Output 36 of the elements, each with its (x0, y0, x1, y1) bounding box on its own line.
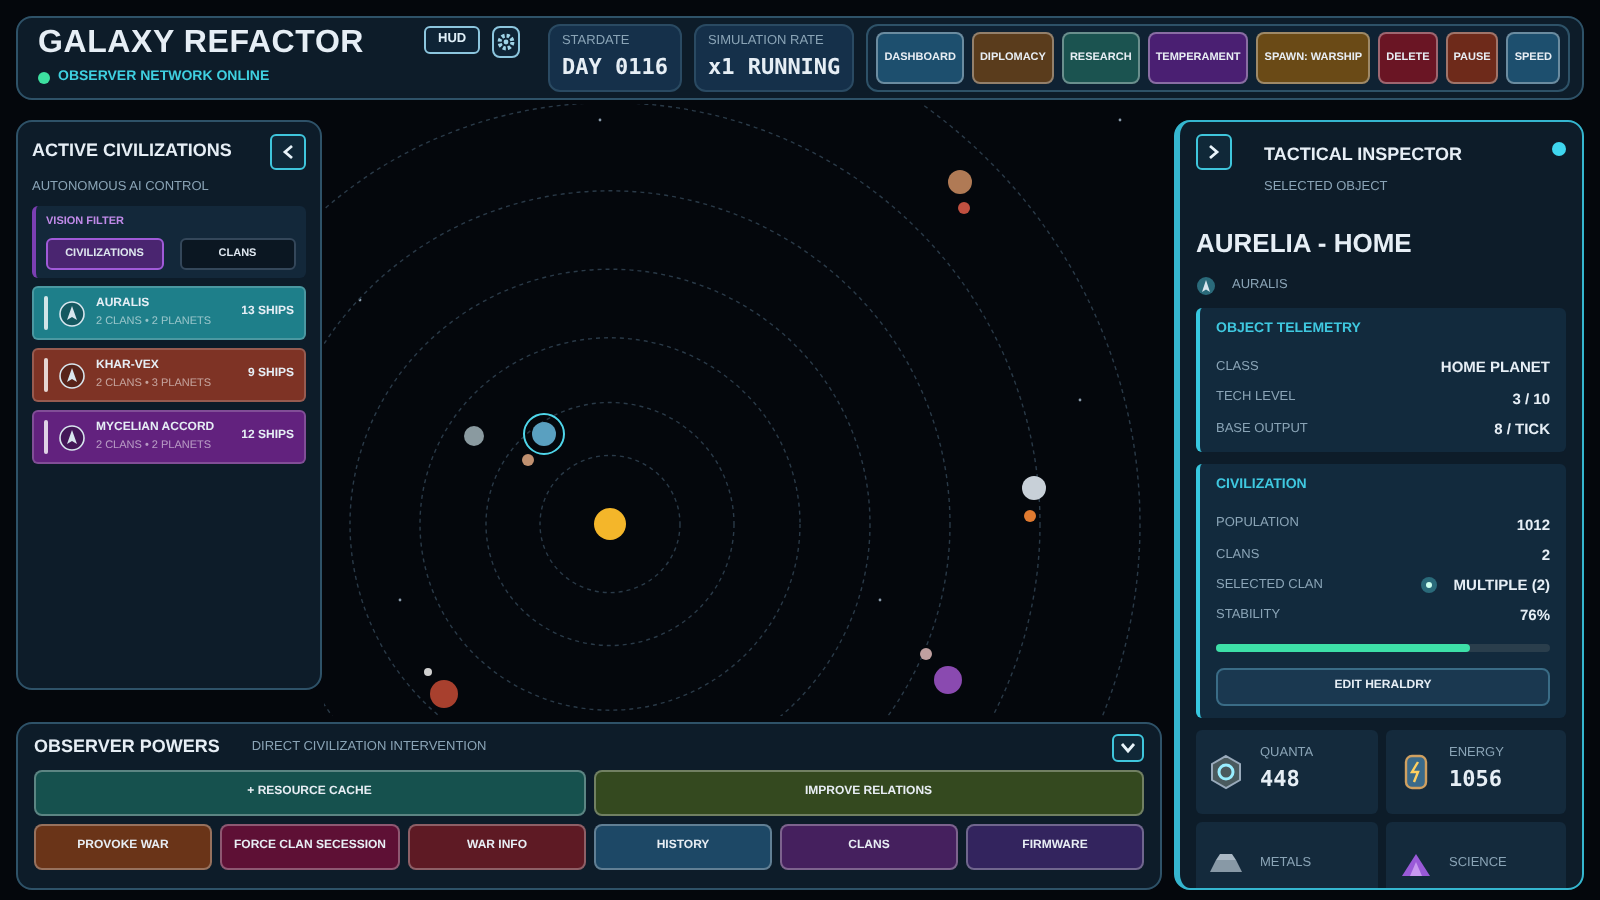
panel-title: ACTIVE CIVILIZATIONS (32, 138, 232, 165)
app-title: GALAXY REFACTOR (38, 27, 365, 60)
moon[interactable] (1024, 510, 1036, 522)
emblem-icon (58, 423, 86, 452)
stat-value: DAY 0116 (561, 51, 668, 84)
moon[interactable] (920, 648, 932, 660)
chevron-right-icon (1208, 144, 1220, 160)
planet[interactable] (464, 426, 484, 446)
resource-value: 1056 (1449, 764, 1504, 797)
sun[interactable] (594, 508, 626, 540)
ingot-icon (1208, 851, 1244, 875)
settings-button[interactable] (492, 26, 520, 58)
chevron-left-icon (282, 144, 294, 160)
expand-button[interactable] (1196, 134, 1232, 170)
emblem-icon (58, 361, 86, 390)
stat-value: x1 RUNNING (707, 51, 841, 84)
panel-title: OBSERVER POWERS (34, 734, 220, 761)
resource-value: 448 (1260, 764, 1302, 797)
emblem-icon (1196, 275, 1216, 296)
settings-icon (496, 32, 517, 52)
chevron-down-icon (1120, 742, 1136, 754)
moon[interactable] (424, 668, 432, 676)
planet[interactable] (948, 170, 972, 194)
emblem-icon (58, 299, 86, 328)
selected-planet[interactable] (523, 413, 565, 455)
status-dot (38, 72, 50, 84)
collapse-button[interactable] (270, 134, 306, 170)
quanta-icon (1208, 753, 1244, 789)
crystal-icon (1397, 851, 1433, 875)
object-name: AURELIA - HOME (1196, 226, 1414, 263)
planet[interactable] (1022, 476, 1046, 500)
emblem-icon (1419, 576, 1438, 595)
moon[interactable] (522, 454, 534, 466)
panel-title: TACTICAL INSPECTOR (1264, 142, 1463, 168)
collapse-button[interactable] (1112, 734, 1144, 762)
status-dot (1552, 142, 1566, 156)
